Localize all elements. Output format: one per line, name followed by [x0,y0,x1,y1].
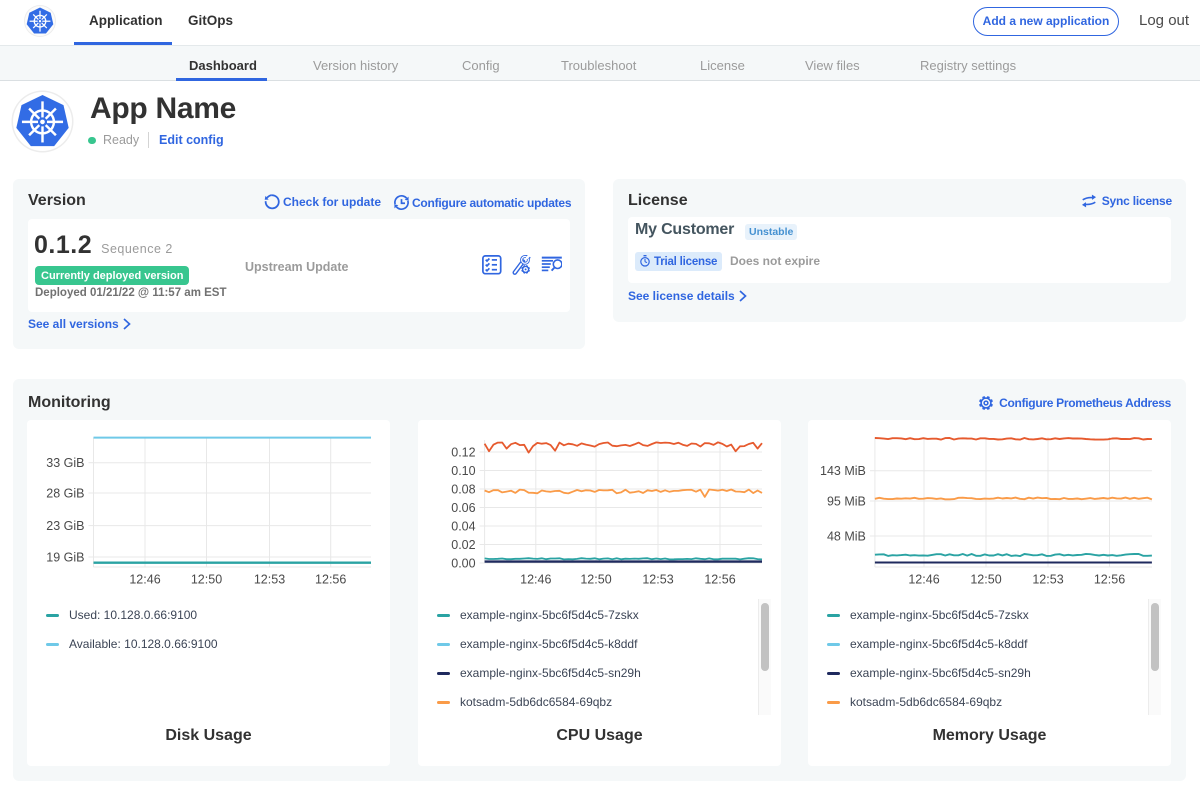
svg-text:0.06: 0.06 [451,501,475,515]
svg-text:12:46: 12:46 [129,573,160,587]
svg-text:0.00: 0.00 [451,557,475,571]
svg-text:12:53: 12:53 [254,573,285,587]
svg-text:0.12: 0.12 [451,446,475,460]
svg-text:33 GiB: 33 GiB [46,456,84,470]
svg-text:12:46: 12:46 [908,573,939,587]
svg-text:12:56: 12:56 [315,573,346,587]
svg-text:19 GiB: 19 GiB [46,551,84,565]
svg-text:0.08: 0.08 [451,483,475,497]
svg-text:0.10: 0.10 [451,464,475,478]
svg-text:95 MiB: 95 MiB [827,495,866,509]
svg-text:12:53: 12:53 [1032,573,1063,587]
svg-text:12:56: 12:56 [1094,573,1125,587]
svg-text:12:46: 12:46 [520,573,551,587]
svg-text:12:50: 12:50 [580,573,611,587]
svg-text:28 GiB: 28 GiB [46,487,84,501]
svg-text:12:50: 12:50 [970,573,1001,587]
svg-text:0.04: 0.04 [451,520,475,534]
svg-text:0.02: 0.02 [451,538,475,552]
svg-text:12:53: 12:53 [642,573,673,587]
svg-text:143 MiB: 143 MiB [820,464,866,478]
svg-text:48 MiB: 48 MiB [827,530,866,544]
svg-text:23 GiB: 23 GiB [46,519,84,533]
svg-text:12:56: 12:56 [704,573,735,587]
svg-text:12:50: 12:50 [191,573,222,587]
